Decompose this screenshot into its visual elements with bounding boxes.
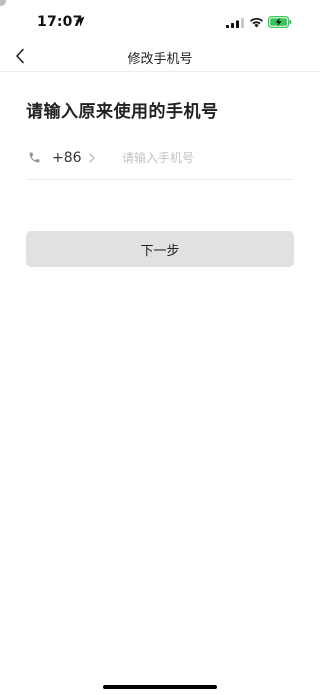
location-arrow-icon <box>75 16 85 27</box>
phone-number-input[interactable] <box>122 147 292 169</box>
next-step-button[interactable]: 下一步 <box>26 231 294 267</box>
country-code-selector[interactable]: +86 <box>52 150 82 166</box>
chevron-right-icon <box>89 153 95 163</box>
battery-charging-icon <box>268 16 292 28</box>
nav-bar: 修改手机号 <box>0 40 320 72</box>
page-title: 修改手机号 <box>127 52 193 67</box>
phone-icon <box>29 152 40 163</box>
wifi-icon <box>250 17 263 28</box>
page-heading: 请输入原来使用的手机号 <box>26 102 219 122</box>
change-phone-screen: 17:07 修改手机号 请输入原来使用的手机号 +86 请输入手机号 下一步 <box>0 0 320 695</box>
phone-number-row: +86 <box>26 140 294 180</box>
home-indicator <box>103 685 217 689</box>
cellular-signal-icon <box>226 18 244 28</box>
